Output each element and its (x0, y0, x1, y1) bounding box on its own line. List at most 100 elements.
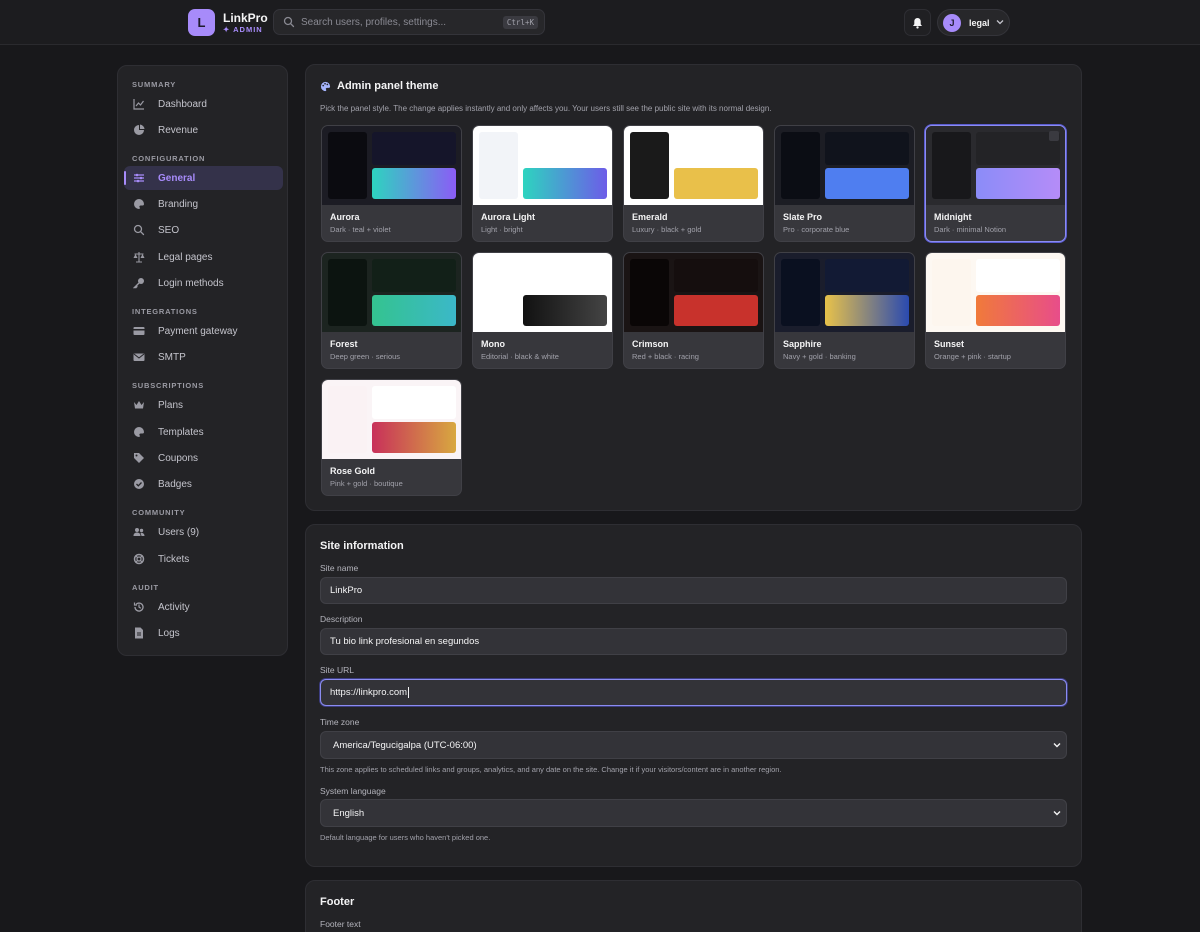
sidebar-item-label: Badges (158, 479, 192, 490)
brand-logo[interactable]: L (188, 9, 215, 36)
theme-preview-sidebar (630, 259, 669, 326)
palette-icon (134, 427, 144, 437)
theme-preview (322, 126, 461, 205)
sidebar-item-general[interactable]: General (124, 166, 283, 190)
theme-card-name: Slate Pro (783, 212, 823, 222)
crown-icon (134, 401, 144, 409)
theme-preview-sidebar (630, 132, 669, 199)
sidebar-item-users[interactable]: Users (9) (124, 520, 283, 544)
theme-preview-header (825, 132, 909, 165)
sidebar-section-subscriptions: SUBSCRIPTIONS (132, 381, 205, 390)
theme-card-aurora[interactable]: Aurora Dark · teal + violet (321, 125, 462, 242)
theme-card-midnight[interactable]: Midnight Dark · minimal Notion (925, 125, 1066, 242)
theme-card-mono[interactable]: Mono Editorial · black & white (472, 252, 613, 369)
sidebar-item-login-methods[interactable]: Login methods (124, 271, 283, 295)
top-bar: L LinkPro ✦ ADMIN Search users, profiles… (0, 0, 1200, 45)
global-search[interactable]: Search users, profiles, settings... Ctrl… (273, 9, 545, 35)
chevron-down-icon (1053, 811, 1061, 816)
bell-icon (913, 17, 922, 29)
sidebar-item-smtp[interactable]: SMTP (124, 345, 283, 369)
theme-preview (926, 253, 1065, 332)
sidebar-section-audit: AUDIT (132, 583, 159, 592)
theme-preview (775, 126, 914, 205)
theme-card-subtitle: Pink + gold · boutique (330, 479, 403, 488)
theme-preview-accent (674, 295, 758, 326)
theme-preview (322, 380, 461, 459)
sidebar-item-logs[interactable]: Logs (124, 621, 283, 645)
file-icon (135, 627, 143, 639)
theme-card-emerald[interactable]: Emerald Luxury · black + gold (623, 125, 764, 242)
theme-preview (624, 126, 763, 205)
sidebar-item-branding[interactable]: Branding (124, 192, 283, 216)
sidebar-item-label: Activity (158, 602, 190, 613)
sidebar-item-legal-pages[interactable]: Legal pages (124, 245, 283, 269)
theme-card-sapphire[interactable]: Sapphire Navy + gold · banking (774, 252, 915, 369)
site-name-label: Site name (320, 563, 359, 573)
timezone-select[interactable]: America/Tegucigalpa (UTC-06:00) (320, 731, 1067, 759)
search-input[interactable]: Search users, profiles, settings... (301, 17, 446, 28)
sidebar-item-label: SMTP (158, 352, 186, 363)
theme-card-aurora-light[interactable]: Aurora Light Light · bright (472, 125, 613, 242)
theme-card-crimson[interactable]: Crimson Red + black · racing (623, 252, 764, 369)
sidebar-section-configuration: CONFIGURATION (132, 154, 206, 163)
sidebar-item-label: Templates (158, 427, 204, 438)
sidebar-item-badges[interactable]: Badges (124, 472, 283, 496)
brand-badge: ✦ ADMIN (223, 25, 263, 34)
theme-card-name: Sapphire (783, 339, 822, 349)
theme-preview-accent (825, 295, 909, 326)
theme-card-name: Emerald (632, 212, 668, 222)
theme-card-rose-gold[interactable]: Rose Gold Pink + gold · boutique (321, 379, 462, 496)
sidebar-item-seo[interactable]: SEO (124, 218, 283, 242)
theme-card-subtitle: Dark · teal + violet (330, 225, 391, 234)
site-name-input[interactable]: LinkPro (320, 577, 1067, 604)
sidebar-item-templates[interactable]: Templates (124, 420, 283, 444)
theme-card-subtitle: Deep green · serious (330, 352, 401, 361)
sidebar-item-label: Dashboard (158, 99, 207, 110)
theme-panel-title: Admin panel theme (337, 80, 439, 92)
theme-preview-accent (976, 295, 1060, 326)
sidebar-item-activity[interactable]: Activity (124, 595, 283, 619)
theme-preview-header (976, 132, 1060, 165)
description-input[interactable]: Tu bio link profesional en segundos (320, 628, 1067, 655)
theme-card-forest[interactable]: Forest Deep green · serious (321, 252, 462, 369)
sidebar-item-coupons[interactable]: Coupons (124, 446, 283, 470)
theme-preview-accent (372, 168, 456, 199)
pie-chart-icon (134, 124, 145, 135)
description-value: Tu bio link profesional en segundos (330, 636, 480, 647)
theme-preview-accent (523, 295, 607, 326)
theme-card-slate-pro[interactable]: Slate Pro Pro · corporate blue (774, 125, 915, 242)
description-label: Description (320, 614, 363, 624)
sidebar-item-revenue[interactable]: Revenue (124, 118, 283, 142)
palette-icon (134, 199, 144, 209)
brand-badge-label: ADMIN (233, 25, 263, 34)
scale-icon (133, 252, 145, 263)
theme-preview (473, 126, 612, 205)
sidebar-item-label: Login methods (158, 278, 224, 289)
sidebar-item-label: SEO (158, 225, 180, 236)
site-url-input[interactable]: https://linkpro.com (320, 679, 1067, 706)
theme-preview-sidebar (781, 259, 820, 326)
sidebar-item-tickets[interactable]: Tickets (124, 547, 283, 571)
theme-card-sunset[interactable]: Sunset Orange + pink · startup (925, 252, 1066, 369)
theme-preview (926, 126, 1065, 205)
sidebar-item-label: Logs (158, 628, 180, 639)
theme-card-name: Mono (481, 339, 505, 349)
user-menu-button[interactable]: J legal (937, 9, 1010, 36)
sidebar-item-dashboard[interactable]: Dashboard (124, 92, 283, 116)
theme-preview-accent (372, 295, 456, 326)
search-shortcut: Ctrl+K (502, 16, 538, 29)
user-name: legal (969, 18, 990, 28)
theme-card-name: Crimson (632, 339, 669, 349)
theme-preview-sidebar (328, 132, 367, 199)
sidebar-item-label: Users (9) (158, 527, 200, 538)
language-select[interactable]: English (320, 799, 1067, 827)
sidebar-item-payment-gateway[interactable]: Payment gateway (124, 319, 283, 343)
notifications-button[interactable] (904, 9, 931, 36)
site-name-value: LinkPro (330, 585, 363, 596)
footer-panel: Footer Footer text (305, 880, 1082, 932)
sidebar-item-plans[interactable]: Plans (124, 393, 283, 417)
theme-card-name: Rose Gold (330, 466, 376, 476)
theme-preview (473, 253, 612, 332)
theme-card-name: Forest (330, 339, 358, 349)
users-icon (133, 528, 145, 536)
